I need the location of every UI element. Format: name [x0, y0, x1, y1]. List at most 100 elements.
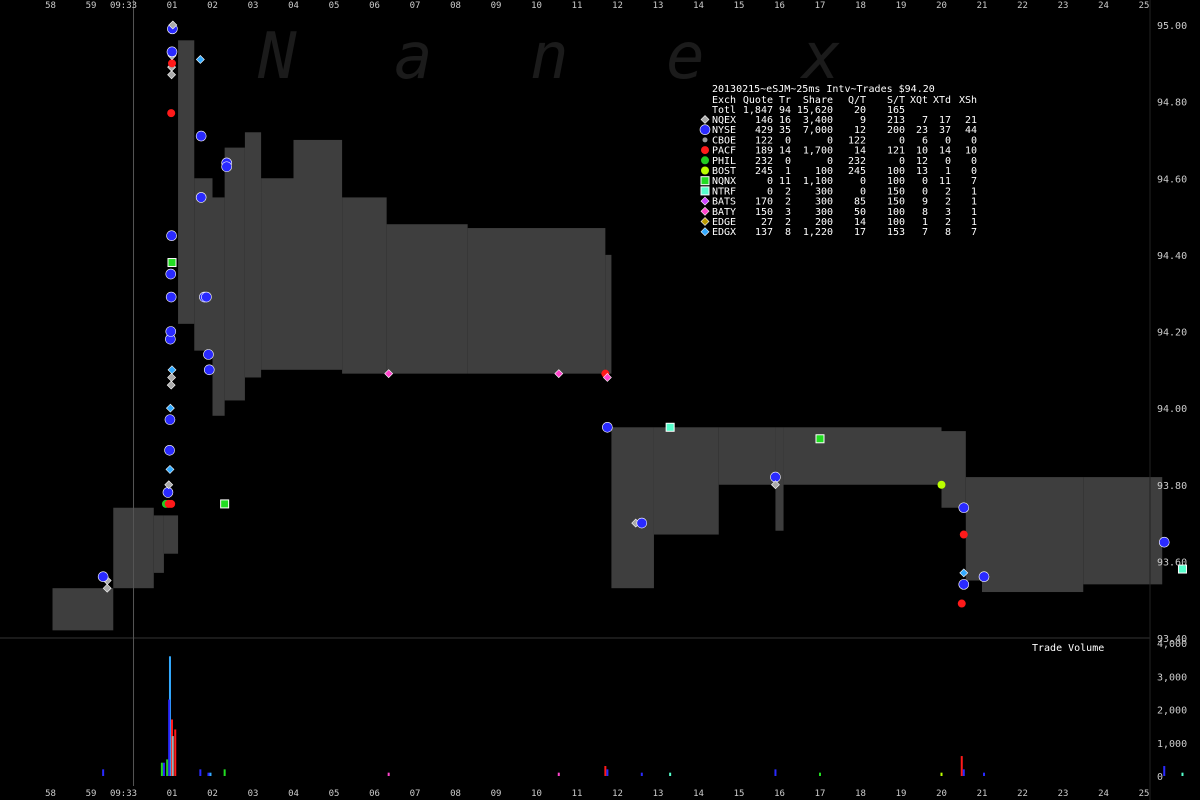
watermark-letter: a: [394, 20, 433, 94]
quote-point-bost: [937, 480, 946, 489]
quote-point-nyse: [201, 291, 212, 303]
volume-bar-nyse: [162, 762, 165, 776]
legend-marker-phil: [701, 156, 709, 165]
quote-point-nyse: [165, 268, 177, 280]
nbbo-band-segment: [224, 147, 245, 401]
quote-point-nyse: [166, 230, 177, 242]
x-tick-label: 12: [612, 789, 623, 799]
legend-row-cell: 8: [785, 227, 791, 238]
x-tick-label: 23: [1058, 1, 1069, 11]
x-tick-label: 59: [86, 1, 97, 11]
quote-point-nyse: [958, 579, 970, 590]
x-tick-label: 16: [774, 1, 785, 11]
legend-row-cell: 8: [945, 227, 951, 238]
quote-point-nyse: [166, 46, 178, 58]
quote-point-nyse: [203, 349, 214, 360]
volume-bar-pacf: [604, 766, 607, 776]
legend-marker-nqnx: [700, 176, 710, 186]
quote-point-pacf: [957, 599, 966, 608]
x-tick-label: 06: [369, 789, 380, 799]
x-tick-label: 20: [936, 1, 947, 11]
price-tick-label: 93.60: [1157, 557, 1187, 568]
x-tick-label: 09: [491, 1, 502, 11]
volume-bar-bost: [940, 772, 943, 776]
x-tick-label: 19: [896, 789, 907, 799]
volume-panel: [102, 656, 1184, 776]
quote-point-nyse: [165, 291, 177, 303]
legend-marker-edge: [700, 217, 710, 226]
nbbo-band-segment: [244, 132, 262, 378]
volume-tick-label: 4,000: [1157, 639, 1187, 650]
volume-bar-nqex: [171, 736, 174, 776]
nbbo-band-segment: [653, 427, 719, 535]
x-tick-label: 21: [977, 1, 988, 11]
nbbo-band-segment: [194, 178, 213, 351]
quote-point-nqex: [166, 380, 176, 390]
volume-tick-label: 3,000: [1157, 672, 1187, 683]
x-tick-label: 23: [1058, 789, 1069, 799]
x-tick-label: 11: [572, 789, 583, 799]
x-tick-label: 08: [450, 1, 461, 11]
quote-point-edgx: [195, 55, 205, 64]
quote-point-edgx: [165, 403, 175, 413]
quote-point-pacf: [959, 530, 968, 539]
x-tick-label: 07: [410, 1, 421, 11]
quote-point-nqnx: [220, 499, 230, 509]
x-tick-label: 21: [977, 789, 988, 799]
x-tick-label: 06: [369, 1, 380, 11]
volume-bar-nyse: [606, 769, 609, 776]
price-tick-label: 95.00: [1157, 21, 1187, 32]
quote-point-nqnx: [815, 434, 825, 444]
x-tick-label: 14: [693, 1, 704, 11]
watermark: Na n e x: [257, 20, 841, 94]
x-tick-label: 13: [653, 789, 664, 799]
volume-bar-pacf: [174, 729, 177, 776]
x-tick-label: 17: [815, 789, 826, 799]
volume-axis-label: Trade Volume: [1032, 643, 1104, 654]
legend-marker-pacf: [701, 146, 709, 155]
legend-header-cell: XQt: [910, 95, 928, 106]
volume-bars: [102, 656, 1184, 776]
axes: 58 58 59 59 09:33 09:33 01 01 02 02 03 03 04 04 05 05 06…: [0, 0, 1187, 800]
x-tick-label: 18: [855, 789, 866, 799]
quote-point-nyse: [978, 571, 990, 583]
nbbo-band-segment: [982, 477, 1084, 593]
x-tick-label: 04: [288, 789, 299, 799]
legend-row-cell: 7: [971, 227, 977, 238]
legend-marker-cboe: [702, 137, 708, 143]
volume-bar-nyse: [640, 772, 643, 776]
price-tick-label: 93.80: [1157, 481, 1187, 492]
nbbo-band-segment: [212, 197, 225, 416]
x-tick-label: 10: [531, 789, 542, 799]
volume-bar-nyse: [983, 772, 986, 776]
x-tick-label: 24: [1098, 789, 1109, 799]
legend-marker-bats: [700, 196, 710, 206]
quote-point-nyse: [195, 130, 207, 142]
nbbo-band-segment: [467, 228, 606, 374]
legend-header-cell: XTd: [933, 95, 951, 106]
volume-bar-phil: [166, 759, 169, 776]
volume-bar-nyse: [962, 769, 965, 776]
legend-marker-edgx: [700, 227, 710, 237]
volume-bar-baty: [557, 772, 560, 776]
nbbo-band-segment: [941, 431, 966, 508]
legend-header-cell: XSh: [959, 95, 977, 106]
nbbo-band-segment: [163, 515, 179, 554]
x-tick-label: 25: [1139, 1, 1150, 11]
x-tick-label: 09: [491, 789, 502, 799]
watermark-letter: x: [799, 20, 841, 94]
volume-bar-ntrf: [669, 772, 672, 776]
quote-point-nyse: [195, 192, 207, 203]
volume-tick-label: 0: [1157, 772, 1163, 783]
x-tick-label: 10: [531, 1, 542, 11]
x-tick-label: 15: [734, 1, 745, 11]
x-tick-label: 03: [248, 1, 259, 11]
quote-point-nyse: [203, 364, 215, 376]
quote-point-ntrf: [665, 422, 675, 432]
x-tick-label: 13: [653, 1, 664, 11]
nbbo-band-segment: [178, 40, 195, 324]
x-tick-label: 12: [612, 1, 623, 11]
x-tick-label: 16: [774, 789, 785, 799]
x-tick-label: 17: [815, 1, 826, 11]
volume-bar-nyse: [774, 769, 777, 776]
